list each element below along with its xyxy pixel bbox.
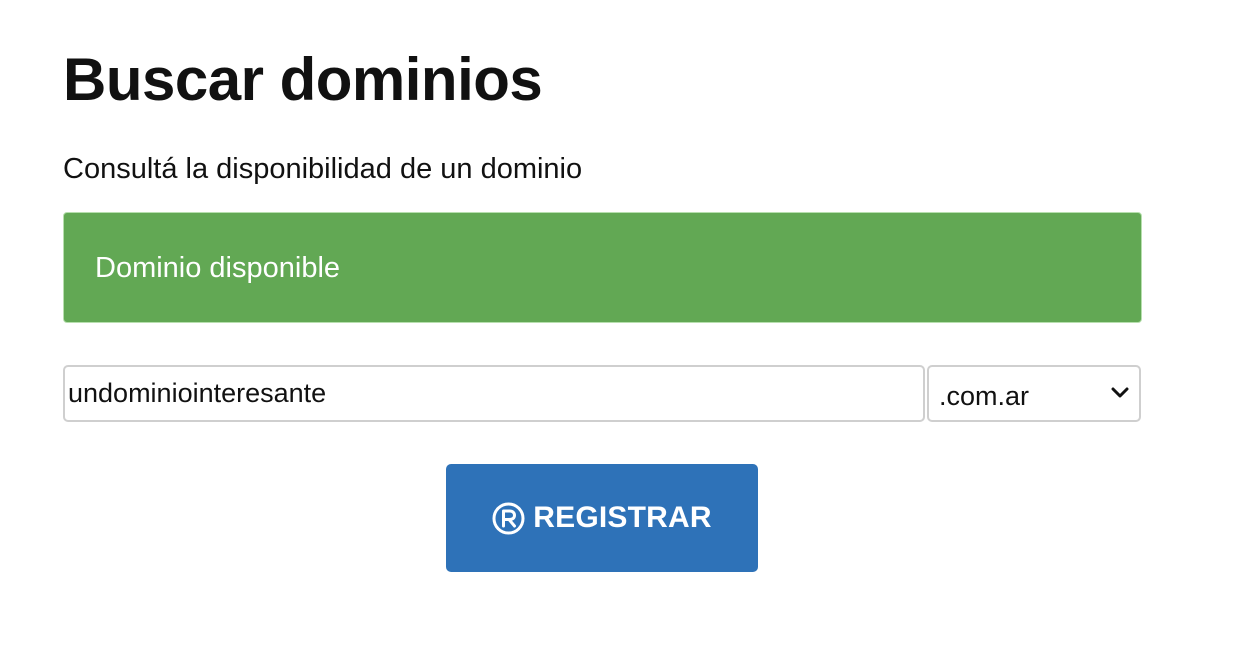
- availability-status-banner: Dominio disponible: [63, 212, 1142, 323]
- register-button[interactable]: REGISTRAR: [446, 464, 758, 572]
- chevron-down-icon: [1111, 387, 1129, 398]
- register-button-label: REGISTRAR: [533, 501, 712, 534]
- registered-icon: [492, 502, 525, 534]
- page-subtitle: Consultá la disponibilidad de un dominio: [63, 153, 583, 185]
- page-title: Buscar dominios: [63, 46, 543, 113]
- tld-selected-value: .com.ar: [939, 381, 1030, 411]
- tld-select[interactable]: .com.ar: [927, 365, 1141, 422]
- domain-name-input[interactable]: [63, 365, 925, 422]
- availability-status-text: Dominio disponible: [95, 252, 341, 284]
